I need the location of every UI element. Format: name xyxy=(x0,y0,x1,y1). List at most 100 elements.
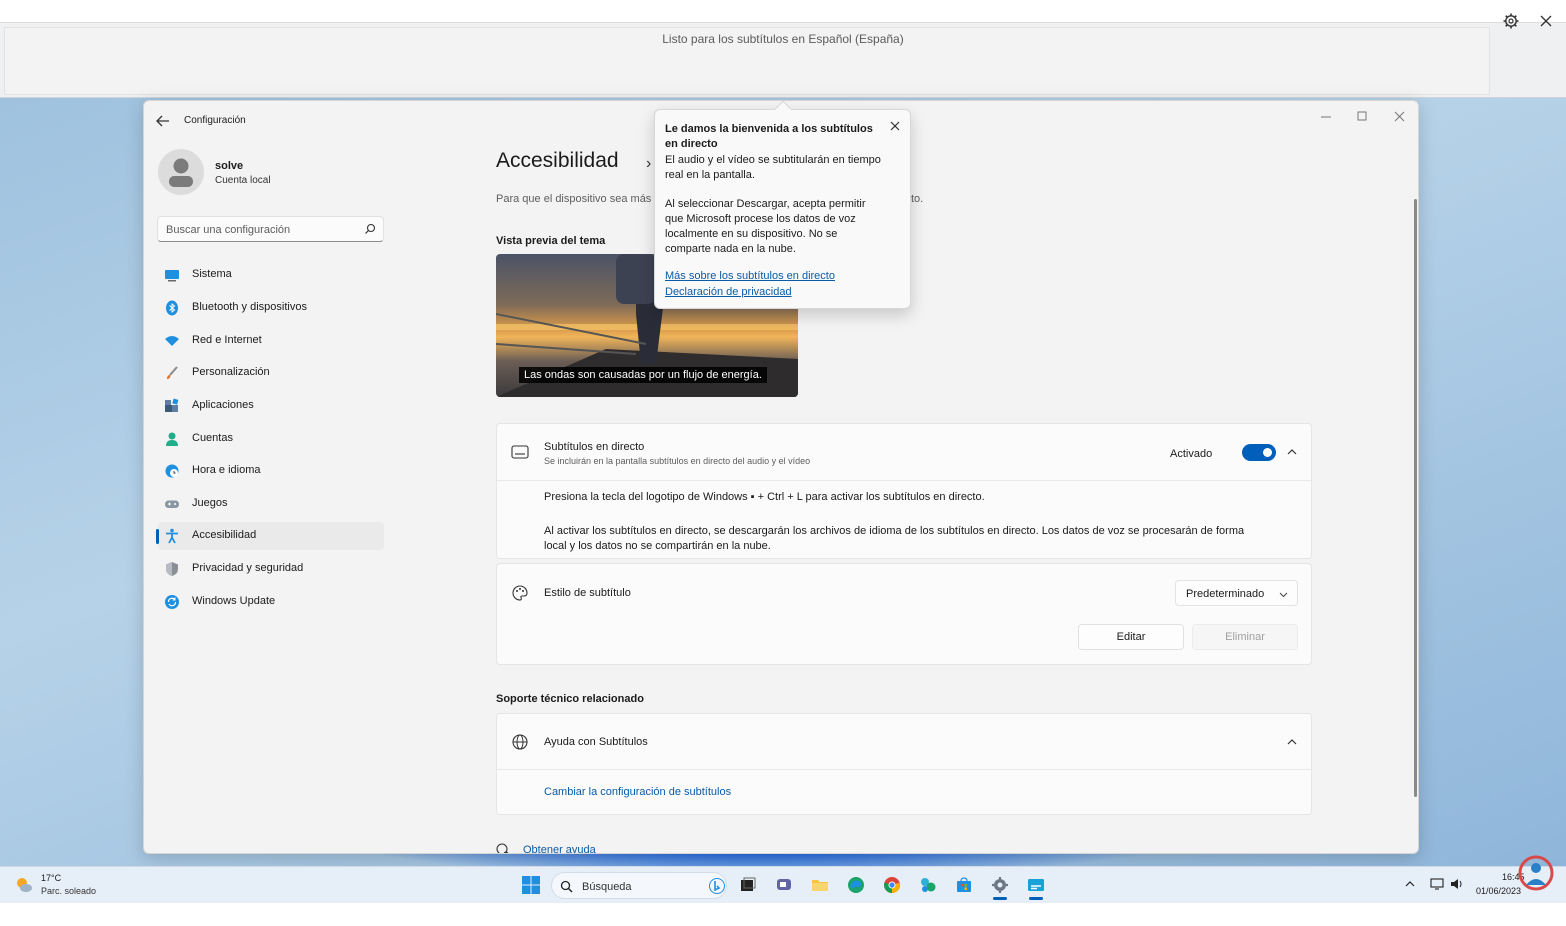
gear-icon[interactable] xyxy=(1502,12,1520,30)
bluetooth-icon xyxy=(166,300,178,316)
sidebar-item-label: Bluetooth y dispositivos xyxy=(192,301,307,313)
caption-status-text: Listo para los subtítulos en Español (Es… xyxy=(662,32,904,46)
person-icon xyxy=(166,432,178,446)
bing-icon xyxy=(709,878,725,894)
divider xyxy=(497,769,1311,770)
captions-icon xyxy=(511,445,529,459)
taskbar: 17°C Parc. soleado Búsqueda 16:45 01/06/… xyxy=(0,866,1566,903)
help-card: Ayuda con Subtítulos Cambiar la configur… xyxy=(496,713,1312,815)
get-help-link[interactable]: Obtener ayuda xyxy=(523,844,596,853)
task-view-icon[interactable] xyxy=(739,876,757,894)
sidebar-item-label: Personalización xyxy=(192,366,270,378)
wifi-icon xyxy=(165,336,179,346)
learn-more-link[interactable]: Más sobre los subtítulos en directo xyxy=(665,270,835,282)
sidebar-item-aplicaciones[interactable]: Aplicaciones xyxy=(158,392,384,420)
taskbar-search-box[interactable]: Búsqueda xyxy=(551,872,727,899)
dropdown-value: Predeterminado xyxy=(1186,588,1265,600)
file-explorer-icon[interactable] xyxy=(811,876,829,894)
chevron-up-icon[interactable] xyxy=(1285,445,1299,459)
store-icon[interactable] xyxy=(955,876,973,894)
active-indicator xyxy=(156,529,159,544)
download-info-cont: local y los datos no se compartirán en l… xyxy=(544,540,771,552)
live-captions-card: Subtítulos en directo Se incluirán en la… xyxy=(496,423,1312,559)
privacy-statement-link[interactable]: Declaración de privacidad xyxy=(665,286,792,298)
scrollbar[interactable] xyxy=(1414,199,1417,797)
weather-sun-cloud-icon[interactable] xyxy=(14,875,34,895)
welcome-popup: Le damos la bienvenida a los subtítulos … xyxy=(654,100,911,309)
globe-clock-icon xyxy=(165,464,179,478)
sidebar-item-label: Hora e idioma xyxy=(192,464,261,476)
support-heading: Soporte técnico relacionado xyxy=(496,693,644,705)
windows-start-icon[interactable] xyxy=(521,875,541,895)
live-captions-app-icon[interactable] xyxy=(1027,876,1045,894)
shortcut-hint: Presiona la tecla del logotipo de Window… xyxy=(544,491,985,503)
caption-style-title: Estilo de subtítulo xyxy=(544,587,631,599)
sidebar-item-accesibilidad[interactable]: Accesibilidad xyxy=(156,522,384,550)
running-indicator xyxy=(993,897,1007,900)
sidebar-item-bluetooth[interactable]: Bluetooth y dispositivos xyxy=(158,294,384,322)
watermark-logo xyxy=(1518,855,1554,891)
sidebar-item-windows-update[interactable]: Windows Update xyxy=(158,588,384,616)
breadcrumb-chevron-icon: › xyxy=(646,155,652,172)
caption-style-dropdown[interactable]: Predeterminado xyxy=(1175,580,1298,606)
help-title: Ayuda con Subtítulos xyxy=(544,736,648,748)
shield-icon xyxy=(166,562,178,576)
change-caption-settings-link[interactable]: Cambiar la configuración de subtítulos xyxy=(544,786,731,798)
update-icon xyxy=(165,595,179,609)
chevron-up-icon[interactable] xyxy=(1285,735,1299,749)
minimize-icon[interactable] xyxy=(1308,105,1344,129)
search-placeholder: Buscar una configuración xyxy=(166,224,291,236)
taskbar-search-label: Búsqueda xyxy=(582,881,632,893)
close-icon[interactable] xyxy=(1537,12,1555,30)
popup-title: Le damos la bienvenida a los subtítulos … xyxy=(665,123,873,150)
delete-button[interactable]: Eliminar xyxy=(1192,624,1298,650)
close-icon[interactable] xyxy=(888,119,902,133)
toggle-state-label: Activado xyxy=(1170,448,1213,460)
palette-icon xyxy=(512,585,528,601)
page-description: Para que el dispositivo sea más xyxy=(496,193,652,205)
search-icon xyxy=(365,223,376,234)
sidebar-item-label: Privacidad y seguridad xyxy=(192,562,304,574)
gamepad-icon xyxy=(165,500,179,508)
preview-heading: Vista previa del tema xyxy=(496,235,606,247)
chevron-up-icon[interactable] xyxy=(1405,879,1415,889)
popup-text: El audio y el vídeo se subtitularán en t… xyxy=(665,154,881,181)
sidebar-item-cuentas[interactable]: Cuentas xyxy=(158,425,384,453)
edit-button[interactable]: Editar xyxy=(1078,624,1184,650)
weather-description: Parc. soleado xyxy=(41,886,97,896)
network-app-icon[interactable] xyxy=(919,876,937,894)
chrome-icon[interactable] xyxy=(883,876,901,894)
apps-icon xyxy=(165,398,179,412)
user-account-type: Cuenta local xyxy=(215,175,271,186)
search-icon xyxy=(560,880,573,893)
sidebar-item-personalizacion[interactable]: Personalización xyxy=(158,359,384,387)
sidebar-item-label: Windows Update xyxy=(192,595,276,607)
monitor-icon xyxy=(165,270,179,282)
app-title: Configuración xyxy=(184,115,246,126)
settings-gear-icon[interactable] xyxy=(991,876,1009,894)
active-app-indicator xyxy=(1029,897,1043,900)
sidebar-item-hora-idioma[interactable]: Hora e idioma xyxy=(158,457,384,485)
edge-icon[interactable] xyxy=(847,876,865,894)
sidebar-item-label: Cuentas xyxy=(192,432,233,444)
settings-search-input[interactable]: Buscar una configuración xyxy=(157,216,384,242)
teams-chat-icon[interactable] xyxy=(775,876,793,894)
live-captions-toggle[interactable] xyxy=(1242,444,1276,461)
caption-style-card: Estilo de subtítulo Predeterminado Edita… xyxy=(496,563,1312,665)
sidebar-item-label: Red e Internet xyxy=(192,334,262,346)
sidebar-item-label: Juegos xyxy=(192,497,228,509)
sidebar-item-sistema[interactable]: Sistema xyxy=(158,261,384,289)
back-arrow-icon[interactable] xyxy=(154,113,172,129)
volume-icon[interactable] xyxy=(1450,877,1464,891)
person-silhouette-icon xyxy=(169,158,193,187)
window-close-icon[interactable] xyxy=(1382,105,1418,129)
maximize-icon[interactable] xyxy=(1344,105,1380,129)
sidebar-item-juegos[interactable]: Juegos xyxy=(158,490,384,518)
brush-icon xyxy=(167,366,178,379)
sidebar-item-privacidad[interactable]: Privacidad y seguridad xyxy=(158,555,384,583)
network-icon[interactable] xyxy=(1430,877,1444,891)
globe-icon xyxy=(512,734,528,750)
sidebar-item-red[interactable]: Red e Internet xyxy=(158,327,384,355)
avatar[interactable] xyxy=(158,149,204,195)
preview-caption: Las ondas son causadas por un flujo de e… xyxy=(519,367,767,383)
